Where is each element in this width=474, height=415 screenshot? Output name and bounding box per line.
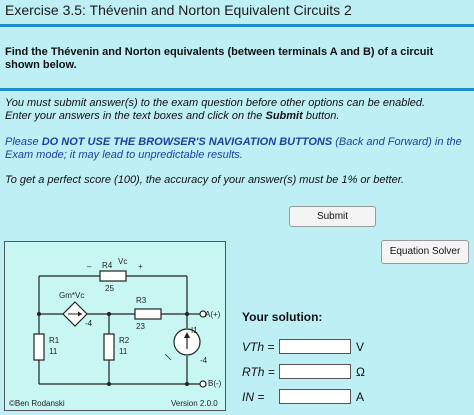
terminal-b-label: B(-) [208, 379, 222, 388]
terminal-a-label: A(+) [205, 310, 221, 319]
r2-value: 11 [119, 347, 128, 356]
r4-minus: – [87, 262, 92, 271]
r1-value: 11 [49, 347, 58, 356]
in-unit: A [356, 390, 365, 404]
vc-label: Vc [118, 257, 128, 266]
equation-solver-button[interactable]: Equation Solver [381, 240, 469, 264]
accuracy-note: To get a perfect score (100), the accura… [5, 174, 405, 186]
instructions: You must submit answer(s) to the exam qu… [5, 97, 470, 123]
rth-label: RTh = [242, 365, 275, 379]
vth-unit: V [356, 340, 365, 354]
r4-value: 25 [105, 284, 114, 293]
circuit-diagram: – R4 Vc + 25 Gm*Vc R3 -4 23 A(+) I1 -4 R… [4, 241, 226, 411]
gm-value: -4 [85, 319, 93, 328]
question-text: Find the Thévenin and Norton equivalents… [5, 46, 434, 71]
vth-input[interactable] [279, 339, 351, 354]
instruction-line-2: Enter your answers in the text boxes and… [5, 110, 340, 122]
navigation-warning: Please DO NOT USE THE BROWSER'S NAVIGATI… [5, 136, 462, 161]
r2-label: R2 [119, 336, 130, 345]
vth-label: VTh = [242, 340, 275, 354]
r1-label: R1 [49, 336, 60, 345]
page-title: Exercise 3.5: Thévenin and Norton Equiva… [5, 2, 352, 18]
i1-value: -4 [200, 356, 208, 365]
gm-label: Gm*Vc [59, 291, 85, 300]
r4-label: R4 [102, 261, 113, 270]
version-label: Version 2.0.0 [171, 399, 218, 408]
author-credit: ©Ben Rodanski [9, 399, 65, 408]
i1-label: I1 [191, 326, 198, 335]
in-label: IN = [242, 390, 265, 404]
header-divider [0, 24, 474, 27]
solution-heading: Your solution: [242, 310, 323, 324]
rth-unit: Ω [356, 365, 365, 379]
submit-button[interactable]: Submit [289, 206, 376, 227]
r4-plus: + [138, 262, 143, 271]
instruction-line-1: You must submit answer(s) to the exam qu… [5, 97, 426, 109]
question-divider [0, 88, 474, 91]
r3-value: 23 [136, 322, 145, 331]
rth-input[interactable] [279, 364, 351, 379]
in-input[interactable] [279, 389, 351, 404]
r3-label: R3 [136, 296, 147, 305]
